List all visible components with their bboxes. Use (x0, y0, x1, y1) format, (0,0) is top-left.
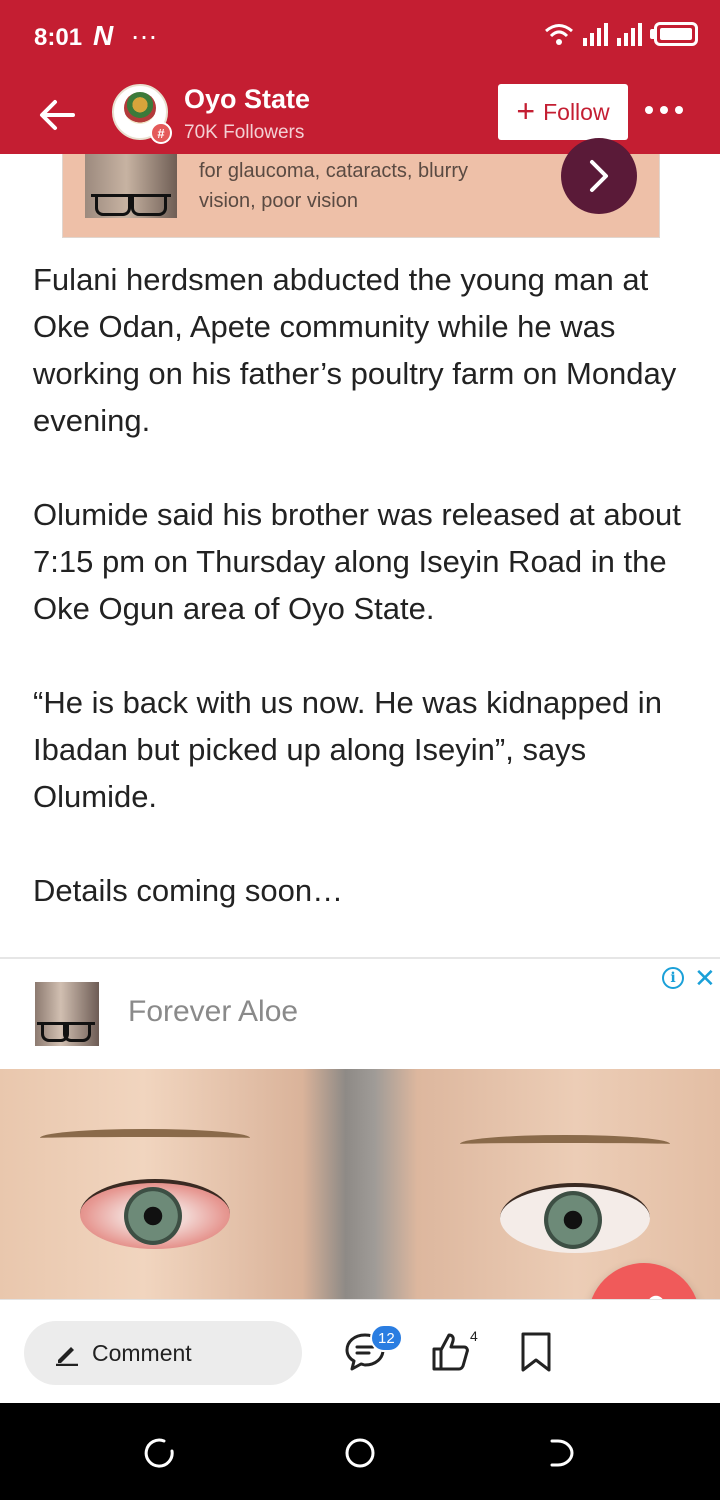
ad-eyes-image[interactable] (0, 1069, 720, 1299)
hashtag-badge-icon: # (150, 122, 172, 144)
ad-next-button[interactable] (561, 138, 637, 214)
article-paragraph: Details coming soon… (33, 873, 344, 908)
bookmark-button[interactable] (518, 1328, 554, 1376)
ad-text-line-1: for glaucoma, cataracts, blurry (199, 160, 468, 182)
ad-thumbnail (35, 982, 99, 1046)
app-header: 8:01 N … # Oyo State 70K Followers + Fol… (0, 0, 720, 154)
follow-button[interactable]: + Follow (498, 84, 628, 140)
status-bar: 8:01 N … (0, 0, 720, 72)
oyo-state-seal-logo (124, 92, 156, 124)
article-action-bar: Comment 12 4 (0, 1299, 720, 1403)
signal-icon (583, 23, 608, 46)
eyebrow (40, 1129, 250, 1147)
home-circle-icon (345, 1438, 375, 1468)
iris (544, 1191, 602, 1249)
close-icon[interactable]: ✕ (694, 965, 716, 991)
eyebrow (460, 1135, 670, 1153)
chevron-right-icon (590, 160, 608, 192)
info-icon[interactable]: i (662, 967, 684, 989)
back-system-icon (550, 1439, 574, 1467)
channel-name[interactable]: Oyo State (184, 84, 310, 115)
iris (124, 1187, 182, 1245)
more-notifications-icon: … (130, 14, 159, 45)
home-button[interactable] (340, 1433, 380, 1473)
system-navigation-bar (0, 1403, 720, 1500)
bookmark-icon (521, 1332, 551, 1372)
followers-count: 70K Followers (184, 122, 305, 143)
glasses-image (37, 1022, 95, 1042)
article-paragraph: Olumide said his brother was released at… (33, 497, 681, 626)
ad-text-line-2: vision, poor vision (199, 190, 358, 212)
comment-input[interactable]: Comment (24, 1321, 302, 1385)
status-time: 8:01 (34, 24, 83, 51)
comment-count-badge: 12 (370, 1324, 403, 1352)
notification-n-icon: N (93, 20, 114, 51)
plus-icon: + (516, 92, 536, 129)
battery-icon (654, 22, 698, 46)
bottom-ad[interactable]: i ✕ Forever Aloe (0, 959, 720, 1299)
article-paragraph: Fulani herdsmen abducted the young man a… (33, 262, 677, 438)
article-paragraph: “He is back with us now. He was kidnappe… (33, 685, 662, 814)
ad-thumbnail-glasses (85, 154, 177, 218)
ad-advertiser-name[interactable]: Forever Aloe (128, 995, 298, 1029)
clear-eye (500, 1183, 650, 1253)
arrow-left-icon (40, 100, 75, 130)
comment-label: Comment (92, 1339, 192, 1366)
thumbs-up-icon (432, 1333, 469, 1371)
back-system-button[interactable] (540, 1433, 580, 1473)
signal-icon-2 (617, 23, 642, 46)
recent-apps-button[interactable] (140, 1433, 180, 1473)
article-body: Fulani herdsmen abducted the young man a… (33, 256, 693, 961)
glasses-image (91, 194, 171, 216)
like-count: 4 (470, 1328, 478, 1344)
status-icons (544, 22, 698, 46)
more-dots-icon (645, 106, 683, 114)
back-button[interactable] (34, 92, 80, 138)
follow-label: Follow (543, 98, 610, 125)
wifi-icon (545, 24, 573, 45)
red-eye (80, 1179, 230, 1249)
pencil-icon (56, 1347, 78, 1366)
like-button[interactable] (430, 1328, 472, 1376)
more-options-button[interactable] (644, 90, 684, 124)
top-ad-banner[interactable]: for glaucoma, cataracts, blurry vision, … (62, 138, 660, 238)
recents-icon (144, 1438, 174, 1468)
adchoices[interactable]: i ✕ (662, 965, 716, 991)
